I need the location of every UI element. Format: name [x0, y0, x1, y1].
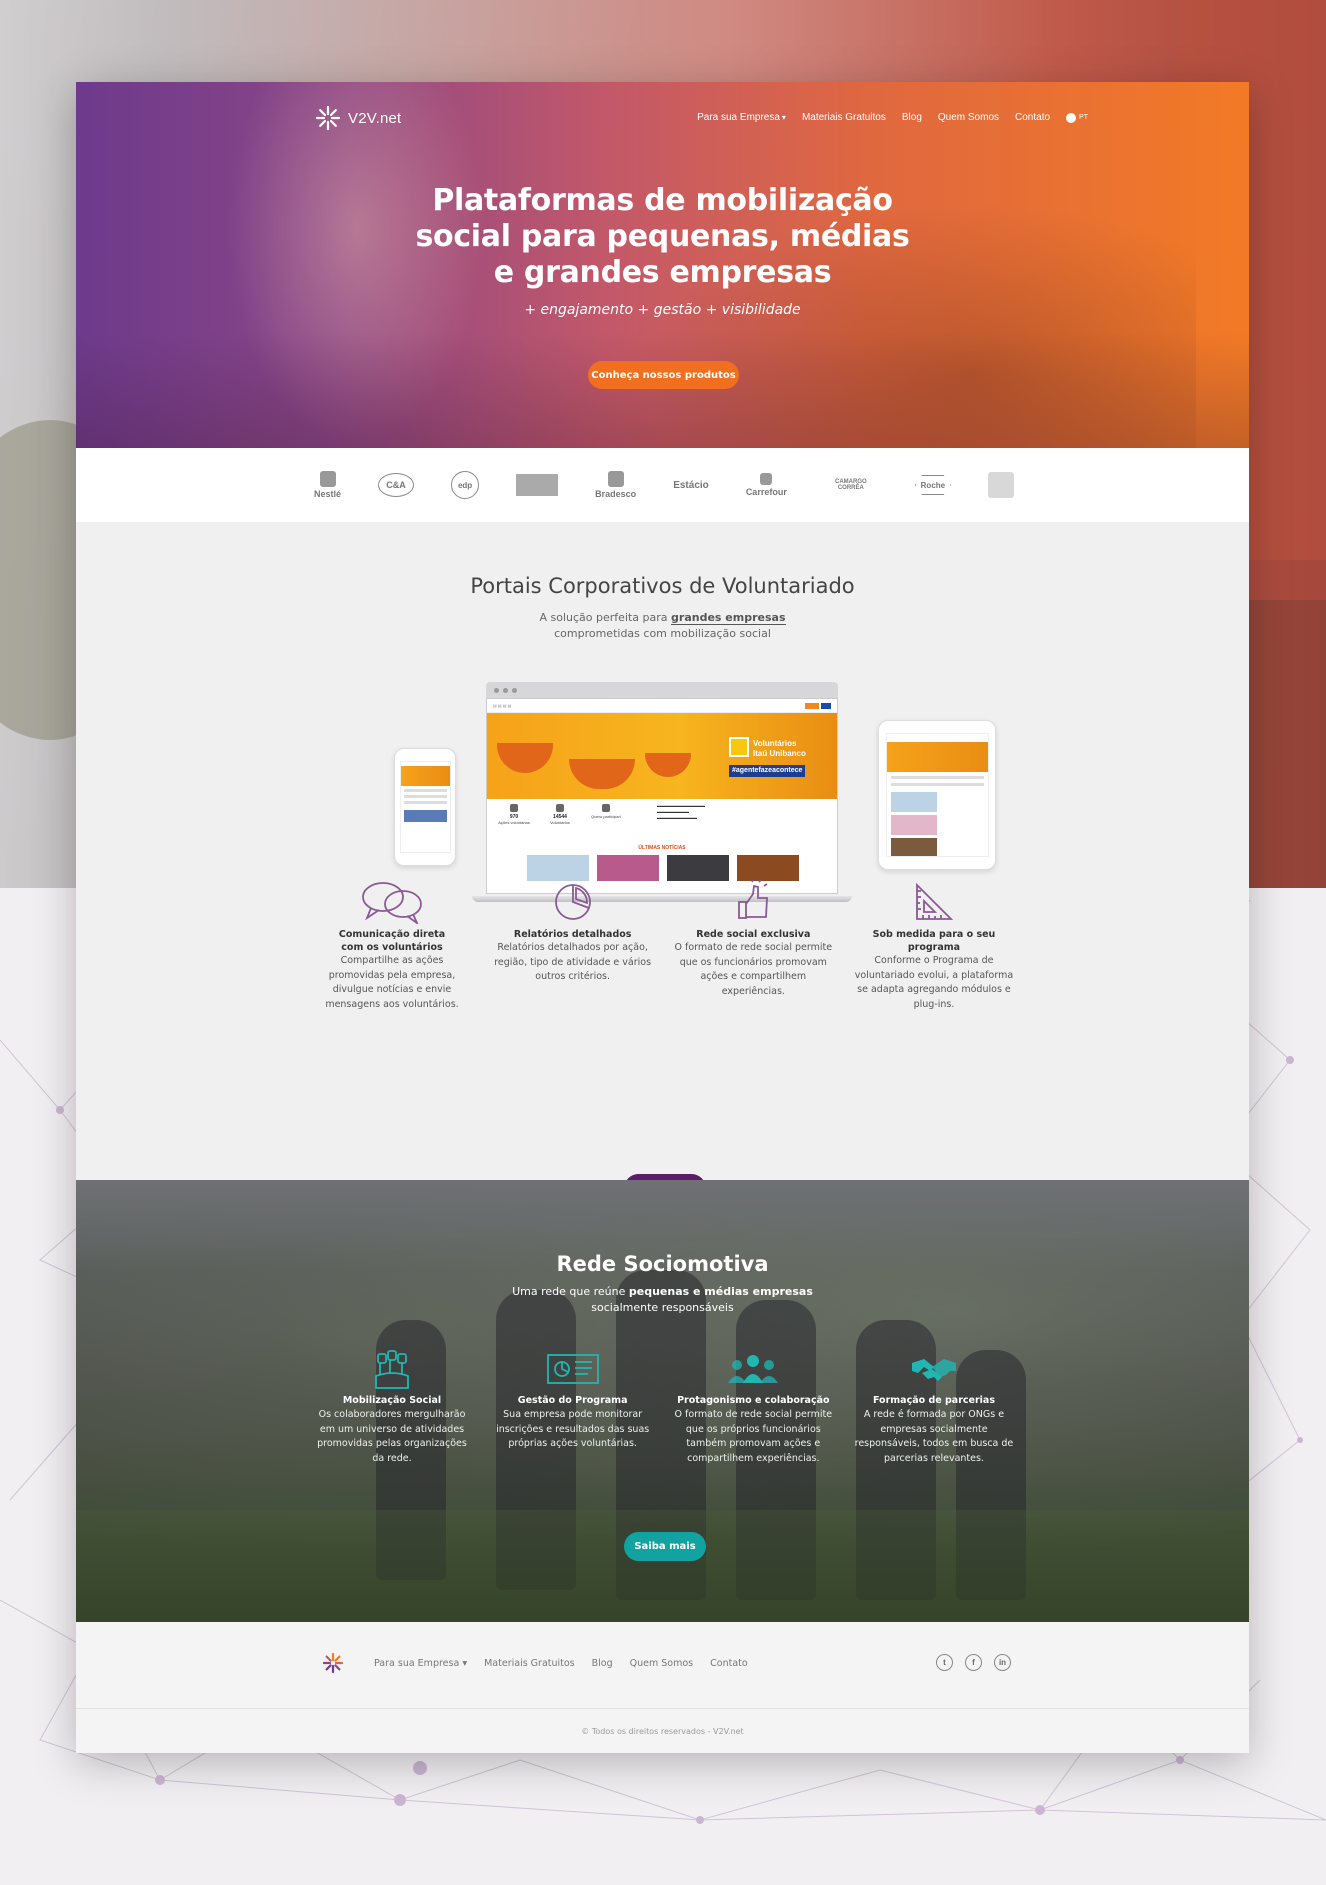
- feature-parcerias: Formação de parcerias A rede é formada p…: [854, 1350, 1014, 1466]
- nav-item-materiais[interactable]: Materiais Gratuitos: [802, 112, 886, 123]
- client-logo-ca: C&A: [378, 468, 415, 502]
- copyright: © Todos os direitos reservados - V2V.net: [581, 1727, 744, 1736]
- rede-sociomotiva-section: Rede Sociomotiva Uma rede que reúne pequ…: [76, 1180, 1249, 1622]
- feature-protagonismo: Protagonismo e colaboração O formato de …: [673, 1350, 833, 1466]
- twitter-icon[interactable]: t: [936, 1654, 953, 1671]
- laptop-mockup: ▤ ▤ ▤ ▤ Voluntários Itaú Unibanco #agente…: [472, 682, 852, 902]
- products-cta-button[interactable]: Conheça nossos produtos: [588, 361, 739, 389]
- clients-strip: Nestlé C&A edp Bradesco Estácio Carrefou…: [76, 448, 1249, 522]
- footer-nav: Para sua Empresa ▾ Materiais Gratuitos B…: [374, 1658, 748, 1669]
- handshake-icon: [911, 1359, 956, 1381]
- language-selector[interactable]: PT: [1066, 112, 1088, 123]
- hero-section: V2V.net Para sua Empresa ▾ Materiais Grat…: [76, 82, 1249, 448]
- nav-item-quem-somos[interactable]: Quem Somos: [938, 112, 999, 123]
- client-logo-nestle: Nestlé: [314, 468, 341, 502]
- feature-sob-medida: Sob medida para o seu programa Conforme …: [854, 876, 1014, 1012]
- hero-subtitle: + engajamento + gestão + visibilidade: [524, 302, 801, 318]
- rede-subtitle: Uma rede que reúne pequenas e médias emp…: [512, 1285, 813, 1314]
- footer-item-blog[interactable]: Blog: [592, 1658, 613, 1669]
- raised-fists-icon: [375, 1350, 409, 1389]
- portais-title: Portais Corporativos de Voluntariado: [470, 574, 855, 598]
- feature-mobilizacao: Mobilização Social Os colaboradores merg…: [312, 1350, 472, 1466]
- client-logo-edp: edp: [451, 468, 480, 502]
- page-card: V2V.net Para sua Empresa ▾ Materiais Grat…: [76, 82, 1249, 1753]
- social-links: t f in: [936, 1654, 1011, 1671]
- client-logo-gray-box: [516, 468, 559, 502]
- device-mockups: ▤ ▤ ▤ ▤ Voluntários Itaú Unibanco #agente…: [394, 682, 996, 902]
- set-square-icon: [916, 882, 954, 920]
- caret-down-icon: ▾: [781, 113, 786, 122]
- nav-item-blog[interactable]: Blog: [902, 112, 922, 123]
- client-logo-estacio: Estácio: [673, 479, 709, 491]
- footer-item-para-sua-empresa[interactable]: Para sua Empresa ▾: [374, 1658, 467, 1669]
- linkedin-icon[interactable]: in: [994, 1654, 1011, 1671]
- client-logo-light-box: [987, 468, 1014, 502]
- hero-title: Plataformas de mobilização social para p…: [415, 183, 910, 290]
- pie-chart-icon: [554, 884, 591, 920]
- brand-logo[interactable]: V2V.net: [314, 104, 401, 132]
- footer-item-materiais[interactable]: Materiais Gratuitos: [484, 1658, 575, 1669]
- dashboard-screen-icon: [546, 1354, 599, 1384]
- portais-section: Portais Corporativos de Voluntariado A s…: [76, 522, 1249, 1203]
- rede-features: Mobilização Social Os colaboradores merg…: [312, 1350, 1014, 1466]
- client-logo-roche: Roche: [914, 468, 951, 502]
- feature-relatorios: Relatórios detalhados Relatórios detalha…: [493, 876, 653, 1012]
- feature-rede-social: Rede social exclusiva O formato de rede …: [673, 876, 833, 1012]
- portais-subtitle: A solução perfeita para grandes empresas…: [539, 611, 786, 640]
- feature-comunicacao: Comunicação direta com os voluntários Com…: [312, 876, 472, 1012]
- thumbs-up-icon: [738, 880, 769, 919]
- top-nav: V2V.net Para sua Empresa ▾ Materiais Grat…: [314, 104, 1088, 134]
- client-logo-carrefour: Carrefour: [746, 468, 787, 502]
- client-logo-camargo-correa: CAMARGO CORRÊA: [835, 479, 867, 491]
- client-logo-bradesco: Bradesco: [595, 468, 636, 502]
- phone-mockup: [394, 748, 456, 866]
- tablet-mockup: [878, 720, 996, 870]
- footer-item-quem-somos[interactable]: Quem Somos: [630, 1658, 693, 1669]
- itau-badge: Voluntários Itaú Unibanco #agentefazeacon…: [729, 737, 827, 779]
- footer-logo-icon[interactable]: [322, 1652, 344, 1674]
- people-group-icon: [728, 1355, 779, 1383]
- footer-divider: [76, 1708, 1249, 1709]
- nav-menu: Para sua Empresa ▾ Materiais Gratuitos Bl…: [697, 112, 1088, 123]
- globe-icon: [1066, 112, 1077, 123]
- facebook-icon[interactable]: f: [965, 1654, 982, 1671]
- feature-gestao: Gestão do Programa Sua empresa pode moni…: [493, 1350, 653, 1466]
- chat-bubbles-icon: [362, 882, 422, 924]
- nav-item-contato[interactable]: Contato: [1015, 112, 1050, 123]
- brand-name: V2V.net: [348, 109, 402, 127]
- rede-saiba-mais-button[interactable]: Saiba mais: [624, 1532, 706, 1561]
- rede-title: Rede Sociomotiva: [556, 1252, 769, 1276]
- footer: Para sua Empresa ▾ Materiais Gratuitos B…: [76, 1622, 1249, 1753]
- portais-features: Comunicação direta com os voluntários Com…: [312, 876, 1014, 1012]
- caret-down-icon: ▾: [462, 1658, 468, 1669]
- sun-logo-icon: [315, 105, 341, 131]
- footer-item-contato[interactable]: Contato: [710, 1658, 748, 1669]
- nav-item-para-sua-empresa[interactable]: Para sua Empresa ▾: [697, 112, 786, 123]
